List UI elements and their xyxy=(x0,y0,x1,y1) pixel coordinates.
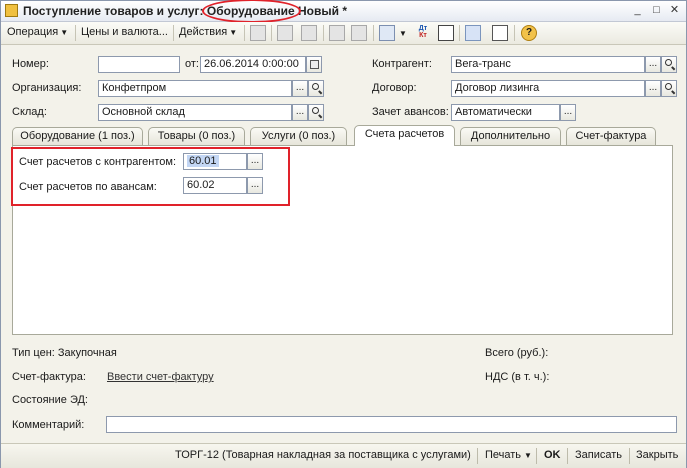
contractor-select-button[interactable]: ... xyxy=(645,56,661,73)
print-menu[interactable]: Печать ▼ xyxy=(485,449,532,461)
price-type-label: Тип цен: Закупочная xyxy=(12,347,117,359)
organization-label: Организация: xyxy=(12,82,82,94)
bottom-bar: ТОРГ-12 (Товарная накладная за поставщик… xyxy=(1,443,686,468)
toolbar-separator xyxy=(323,25,324,41)
enter-invoice-link[interactable]: Ввести счет-фактуру xyxy=(107,371,214,383)
organization-open-button[interactable] xyxy=(308,80,324,97)
magnifier-icon xyxy=(312,83,319,90)
caret-down-icon: ▼ xyxy=(60,28,69,37)
go-to-caret[interactable]: ▼ xyxy=(397,27,407,39)
comment-field[interactable] xyxy=(106,416,677,433)
torg12-print-button[interactable]: ТОРГ-12 (Товарная накладная за поставщик… xyxy=(175,449,471,461)
tab-goods[interactable]: Товары (0 поз.) xyxy=(148,127,245,145)
toolbar-separator xyxy=(244,25,245,41)
title-prefix: Поступление товаров и услуг: xyxy=(23,4,207,18)
actions-label: Действия xyxy=(179,26,228,38)
tab-services[interactable]: Услуги (0 поз.) xyxy=(250,127,347,145)
tab-equipment[interactable]: Оборудование (1 поз.) xyxy=(12,127,143,145)
print-label: Печать xyxy=(485,449,522,461)
warehouse-open-button[interactable] xyxy=(308,104,324,121)
help-icon[interactable]: ? xyxy=(521,25,537,41)
caret-down-icon: ▼ xyxy=(399,29,407,38)
tab-additional[interactable]: Дополнительно xyxy=(460,127,561,145)
warehouse-label: Склад: xyxy=(12,106,47,118)
toolbar-separator xyxy=(173,25,174,41)
date-field[interactable]: 26.06.2014 0:00:00 xyxy=(200,56,306,73)
advance-offset-field[interactable]: Автоматически xyxy=(451,104,560,121)
title-bar: Поступление товаров и услуг: Оборудовани… xyxy=(1,0,686,23)
title-suffix: Новый * xyxy=(294,4,347,18)
operation-menu[interactable]: Операция ▼ xyxy=(7,26,68,38)
post-document-icon[interactable] xyxy=(329,25,345,41)
tab-invoice[interactable]: Счет-фактура xyxy=(566,127,656,145)
dt-kt-icon[interactable]: Дт Кт xyxy=(415,25,431,41)
contractor-open-button[interactable] xyxy=(661,56,677,73)
operation-label: Операция xyxy=(7,26,59,38)
maximize-button[interactable]: □ xyxy=(649,3,664,17)
contractor-field[interactable]: Вега-транс xyxy=(451,56,645,73)
advance-offset-label: Зачет авансов: xyxy=(372,106,449,118)
magnifier-icon xyxy=(665,83,672,90)
advance-offset-select-button[interactable]: ... xyxy=(560,104,576,121)
caret-down-icon: ▼ xyxy=(229,28,238,37)
comment-label: Комментарий: xyxy=(12,419,85,431)
number-label: Номер: xyxy=(12,58,49,70)
magnifier-icon xyxy=(312,107,319,114)
toolbar: Операция ▼ Цены и валюта... Действия ▼ ▼ Д… xyxy=(1,22,686,45)
structure-icon[interactable] xyxy=(465,25,481,41)
save-button[interactable]: Записать xyxy=(575,449,622,461)
ok-button[interactable]: OK xyxy=(544,449,561,461)
refresh-icon[interactable] xyxy=(301,25,317,41)
prices-button[interactable]: Цены и валюта... xyxy=(81,26,168,38)
caret-down-icon: ▼ xyxy=(524,451,532,460)
annotation-ellipse xyxy=(202,0,301,23)
organization-select-button[interactable]: ... xyxy=(292,80,308,97)
bottom-separator xyxy=(536,448,537,464)
close-window-button[interactable]: ✕ xyxy=(667,3,682,17)
contract-field[interactable]: Договор лизинга xyxy=(451,80,645,97)
warehouse-field[interactable]: Основной склад xyxy=(98,104,292,121)
go-to-icon[interactable] xyxy=(379,25,395,41)
warehouse-select-button[interactable]: ... xyxy=(292,104,308,121)
tab-settlement-accounts[interactable]: Счета расчетов xyxy=(354,125,455,146)
document-window: Поступление товаров и услуг: Оборудовани… xyxy=(0,0,687,468)
toolbar-separator xyxy=(75,25,76,41)
annotation-rectangle xyxy=(11,147,290,206)
contract-open-button[interactable] xyxy=(661,80,677,97)
report-icon[interactable] xyxy=(438,25,454,41)
list-icon[interactable] xyxy=(492,25,508,41)
actions-menu[interactable]: Действия ▼ xyxy=(179,26,237,38)
unpost-document-icon[interactable] xyxy=(351,25,367,41)
invoice-label: Счет-фактура: xyxy=(12,371,86,383)
minimize-button[interactable]: _ xyxy=(630,3,645,17)
vat-label: НДС (в т. ч.): xyxy=(485,371,550,383)
bottom-separator xyxy=(567,448,568,464)
bottom-separator xyxy=(629,448,630,464)
bottom-separator xyxy=(477,448,478,464)
toolbar-separator xyxy=(373,25,374,41)
add-row-icon[interactable] xyxy=(250,25,266,41)
calendar-icon xyxy=(310,60,319,69)
contract-select-button[interactable]: ... xyxy=(645,80,661,97)
contract-label: Договор: xyxy=(372,82,417,94)
contractor-label: Контрагент: xyxy=(372,58,432,70)
calendar-button[interactable] xyxy=(306,56,322,73)
close-button[interactable]: Закрыть xyxy=(636,449,678,461)
number-field[interactable] xyxy=(98,56,180,73)
magnifier-icon xyxy=(665,59,672,66)
copy-icon[interactable] xyxy=(277,25,293,41)
toolbar-separator xyxy=(514,25,515,41)
ed-state-label: Состояние ЭД: xyxy=(12,394,88,406)
organization-field[interactable]: Конфетпром xyxy=(98,80,292,97)
total-label: Всего (руб.): xyxy=(485,347,549,359)
document-icon xyxy=(5,4,18,17)
toolbar-separator xyxy=(459,25,460,41)
date-label: от: xyxy=(185,58,199,70)
toolbar-separator xyxy=(271,25,272,41)
